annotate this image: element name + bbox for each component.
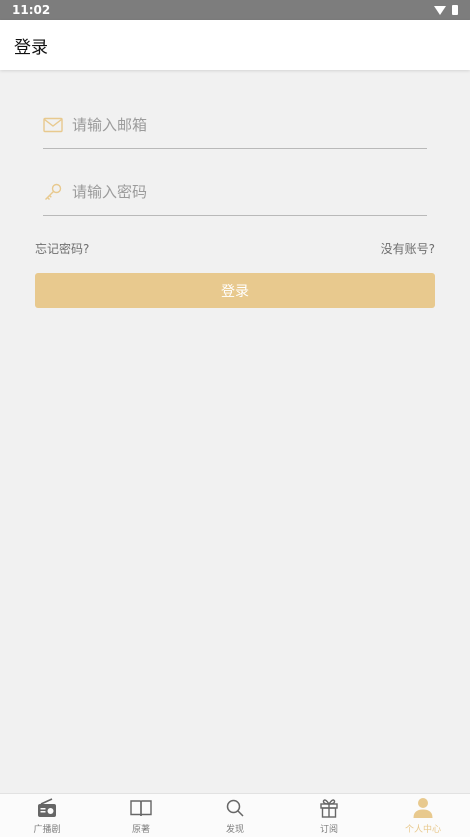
nav-item-label: 发现 [225, 825, 244, 835]
battery-icon [452, 5, 458, 15]
register-link[interactable]: 没有账号? [381, 240, 435, 257]
status-bar: 11:02 [0, 0, 470, 20]
account-links: 忘记密码? 没有账号? [35, 240, 435, 257]
key-icon [43, 182, 63, 202]
radio-icon [36, 796, 58, 820]
nav-item-label: 个人中心 [404, 825, 441, 835]
nav-item-profile[interactable]: 个人中心 [376, 794, 470, 837]
status-time: 11:02 [12, 3, 51, 17]
mail-icon [43, 115, 63, 135]
bottom-nav: 广播剧 原著 发现 订阅 个人中心 [0, 793, 470, 837]
login-button[interactable]: 登录 [35, 273, 435, 308]
app-bar: 登录 [0, 20, 470, 70]
page-title: 登录 [14, 37, 48, 58]
person-icon [412, 796, 434, 820]
email-field-row [43, 101, 427, 149]
nav-item-label: 广播剧 [33, 825, 61, 835]
wifi-icon [434, 5, 446, 15]
search-icon [225, 796, 245, 820]
status-icons [434, 5, 458, 15]
nav-item-subscribe[interactable]: 订阅 [282, 794, 376, 837]
nav-item-original[interactable]: 原著 [94, 794, 188, 837]
password-input[interactable] [72, 182, 402, 201]
nav-item-radio-drama[interactable]: 广播剧 [0, 794, 94, 837]
nav-item-label: 原著 [131, 825, 150, 835]
forgot-password-link[interactable]: 忘记密码? [35, 240, 89, 257]
nav-item-label: 订阅 [319, 825, 338, 835]
book-icon [129, 796, 153, 820]
gift-icon [318, 796, 340, 820]
nav-item-discover[interactable]: 发现 [188, 794, 282, 837]
email-input[interactable] [72, 115, 402, 134]
password-field-row [43, 168, 427, 216]
